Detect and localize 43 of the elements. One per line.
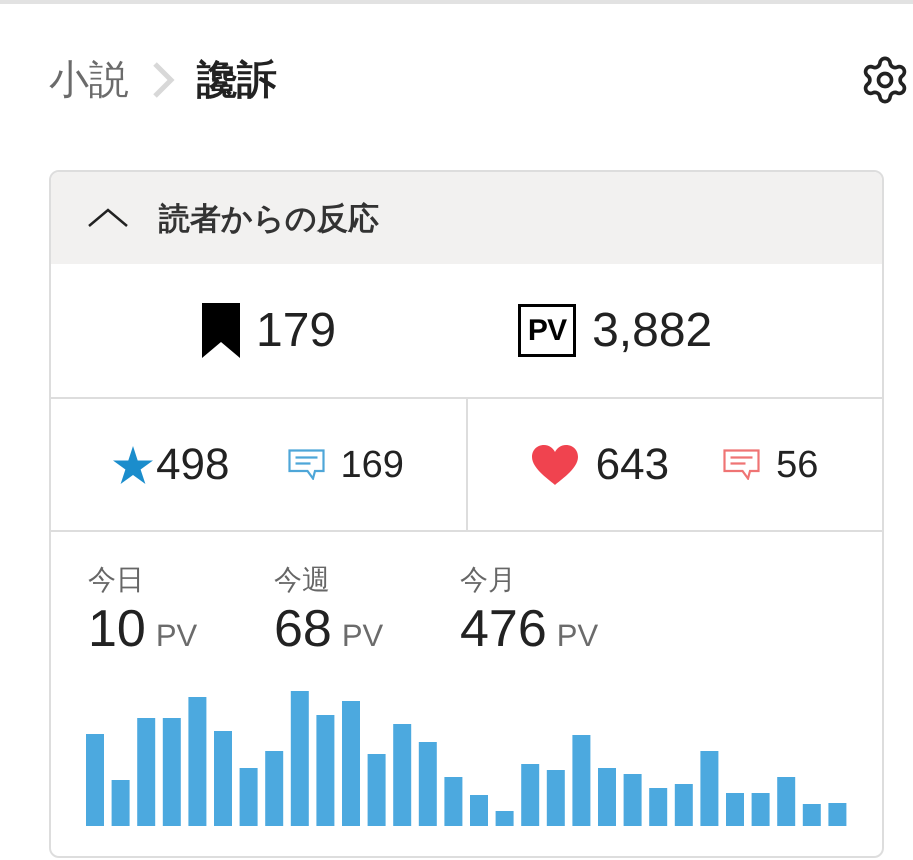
page-view-bar bbox=[674, 784, 693, 826]
period-label: 今週 bbox=[274, 563, 330, 597]
page-view-bar bbox=[240, 768, 258, 826]
comment-icon bbox=[723, 449, 760, 480]
page-view-bar bbox=[598, 768, 616, 826]
page-view-unit: PV bbox=[556, 620, 598, 651]
like-count: 643 bbox=[596, 442, 670, 486]
bookmark-icon bbox=[202, 303, 240, 358]
chevron-right-icon bbox=[151, 61, 175, 99]
bookmark-count: 179 bbox=[256, 306, 336, 354]
star-count: 498 bbox=[156, 442, 230, 486]
period-label: 今月 bbox=[460, 563, 516, 597]
breadcrumb-link[interactable]: 小説 bbox=[49, 56, 129, 104]
page-view-value: 476 bbox=[460, 603, 547, 655]
period-label: 今日 bbox=[88, 563, 144, 597]
page-view-value: 68 bbox=[274, 603, 332, 655]
comment-icon bbox=[288, 449, 324, 480]
breadcrumb-current: 讒訴 bbox=[197, 57, 277, 104]
page-view-bar bbox=[726, 793, 744, 826]
page-view-bar bbox=[546, 770, 565, 826]
page-view-bar bbox=[496, 811, 514, 826]
pv-badge: PV bbox=[518, 304, 576, 357]
page-view-bar bbox=[444, 777, 462, 826]
star-icon bbox=[113, 446, 154, 484]
panel-header[interactable]: 読者からの反応 bbox=[51, 172, 882, 264]
page-view-bar bbox=[112, 780, 130, 826]
page-view-bar bbox=[521, 764, 540, 826]
page-view-value: 10 bbox=[88, 603, 146, 655]
page-view-bar bbox=[828, 803, 846, 826]
chevron-icon bbox=[87, 208, 129, 228]
page-view-bar bbox=[624, 774, 642, 826]
page-view-bar bbox=[368, 754, 386, 826]
page-view-unit: PV bbox=[342, 620, 384, 651]
page-view-bar bbox=[802, 804, 821, 826]
page-view-bar bbox=[752, 793, 770, 826]
page-view-bar bbox=[777, 777, 796, 826]
comment-count: 56 bbox=[776, 446, 818, 484]
page-view-bar bbox=[470, 795, 488, 826]
page-view-count: 3,882 bbox=[592, 306, 712, 354]
page-view-bar bbox=[649, 788, 668, 826]
heart-icon bbox=[532, 444, 578, 484]
comment-count: 169 bbox=[340, 446, 404, 484]
page-view-unit: PV bbox=[156, 620, 198, 651]
